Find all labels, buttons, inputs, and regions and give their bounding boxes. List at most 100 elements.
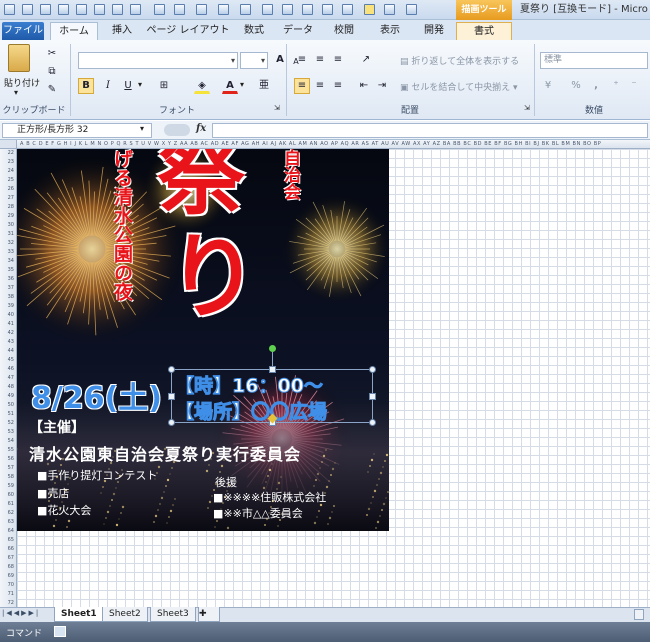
resize-handle[interactable] [168, 366, 175, 373]
increase-indent-icon[interactable]: ⇥ [374, 78, 390, 94]
sheet-tab-3[interactable]: Sheet3 [150, 607, 196, 622]
row-number[interactable]: 61 [0, 500, 16, 509]
italic-button[interactable]: I [100, 78, 116, 94]
tab-view[interactable]: 表示 [370, 22, 410, 40]
paste-dropdown-icon[interactable]: ▾ [14, 88, 18, 97]
row-number[interactable]: 50 [0, 401, 16, 410]
row-number[interactable]: 38 [0, 293, 16, 302]
row-number[interactable]: 53 [0, 428, 16, 437]
sheet-tab-1[interactable]: Sheet1 [54, 607, 104, 622]
row-number[interactable]: 67 [0, 554, 16, 563]
font-dialog-launcher-icon[interactable]: ⇲ [274, 104, 280, 112]
copy-ribbon-icon[interactable]: ⧉ [44, 64, 60, 80]
row-number[interactable]: 22 [0, 149, 16, 158]
row-number[interactable]: 26 [0, 185, 16, 194]
tab-formulas[interactable]: 数式 [236, 22, 272, 40]
column-header[interactable]: A B C D E F G H I J K L M N O P Q R S T … [0, 140, 650, 149]
align-center-icon[interactable]: ≡ [312, 78, 328, 94]
row-number[interactable]: 28 [0, 203, 16, 212]
row-number[interactable]: 47 [0, 374, 16, 383]
row-number[interactable]: 55 [0, 446, 16, 455]
select-icon[interactable] [342, 4, 353, 15]
row-number[interactable]: 41 [0, 320, 16, 329]
format-painter-ribbon-icon[interactable]: ✎ [44, 82, 60, 98]
row-number[interactable]: 44 [0, 347, 16, 356]
phonetic-icon[interactable]: 亜 [256, 78, 272, 94]
name-box-dropdown-icon[interactable]: ▾ [140, 124, 144, 133]
font-name-combo[interactable]: ▾ [78, 52, 238, 69]
percent-button[interactable]: % [568, 78, 584, 94]
fill-color-icon[interactable]: ◈ [194, 78, 210, 94]
paste-icon[interactable] [8, 44, 30, 72]
row-number[interactable]: 54 [0, 437, 16, 446]
row-number[interactable]: 42 [0, 329, 16, 338]
orientation-icon[interactable]: ↗ [358, 52, 374, 68]
tab-file[interactable]: ファイル [2, 22, 44, 40]
row-number[interactable]: 72 [0, 599, 16, 607]
row-number[interactable]: 23 [0, 158, 16, 167]
row-number[interactable]: 27 [0, 194, 16, 203]
row-number[interactable]: 36 [0, 275, 16, 284]
number-format-combo[interactable]: 標準 [540, 52, 648, 69]
excel-app-icon[interactable] [4, 4, 15, 15]
tab-review[interactable]: 校閲 [324, 22, 364, 40]
insert-function-button[interactable]: fx [196, 123, 206, 134]
select-all-corner[interactable] [0, 140, 17, 149]
resize-handle[interactable] [269, 366, 276, 373]
font-color-qat-icon[interactable] [240, 4, 251, 15]
row-number[interactable]: 46 [0, 365, 16, 374]
row-number[interactable]: 25 [0, 176, 16, 185]
row-number[interactable]: 37 [0, 284, 16, 293]
border-icon[interactable] [174, 4, 185, 15]
tab-format[interactable]: 書式 [456, 22, 512, 40]
rotate-handle[interactable] [269, 345, 276, 352]
redo-icon[interactable] [154, 4, 165, 15]
grid-view-icon[interactable] [364, 4, 375, 15]
tab-data[interactable]: データ [278, 22, 318, 40]
align-bottom-icon[interactable]: ≡ [330, 52, 346, 68]
spelling-icon[interactable] [76, 4, 87, 15]
formula-input[interactable] [212, 123, 648, 138]
align-top-icon[interactable]: ≡ [294, 52, 310, 68]
h-scrollbar-split-icon[interactable] [634, 609, 644, 620]
quick-print-icon[interactable] [40, 4, 51, 15]
name-box[interactable]: 正方形/長方形 32 [2, 123, 152, 138]
row-number[interactable]: 45 [0, 356, 16, 365]
row-number[interactable]: 60 [0, 491, 16, 500]
paste-label[interactable]: 貼り付け [4, 76, 40, 89]
zoom-icon[interactable] [322, 4, 333, 15]
fill-icon[interactable] [218, 4, 229, 15]
row-number[interactable]: 71 [0, 590, 16, 599]
underline-button[interactable]: U [120, 78, 136, 94]
align-left-icon[interactable]: ≡ [294, 78, 310, 94]
bold-button[interactable]: B [78, 78, 94, 94]
tab-insert[interactable]: 挿入 [104, 22, 140, 40]
alignment-dialog-launcher-icon[interactable]: ⇲ [524, 104, 530, 112]
save-icon[interactable] [22, 4, 33, 15]
arrow-icon[interactable] [384, 4, 395, 15]
row-number[interactable]: 63 [0, 518, 16, 527]
row-number[interactable]: 39 [0, 302, 16, 311]
currency-icon[interactable]: ¥ [540, 78, 556, 94]
underline-dropdown-icon[interactable]: ▾ [138, 80, 142, 89]
sheet-nav-arrows-icon[interactable]: |◀◀▶▶| [2, 609, 40, 617]
row-number[interactable]: 40 [0, 311, 16, 320]
underline-qat-icon[interactable] [196, 4, 207, 15]
row-number[interactable]: 62 [0, 509, 16, 518]
resize-handle[interactable] [168, 419, 175, 426]
decrease-decimal-icon[interactable]: ⁻ [626, 78, 642, 94]
row-number[interactable]: 66 [0, 545, 16, 554]
customize-qat-icon[interactable] [406, 4, 417, 15]
row-number[interactable]: 32 [0, 239, 16, 248]
row-number[interactable]: 24 [0, 167, 16, 176]
row-number[interactable]: 51 [0, 410, 16, 419]
row-number[interactable]: 33 [0, 248, 16, 257]
sheet-tab-2[interactable]: Sheet2 [102, 607, 148, 622]
row-number[interactable]: 35 [0, 266, 16, 275]
tab-developer[interactable]: 開発 [414, 22, 454, 40]
decrease-indent-icon[interactable]: ⇤ [356, 78, 372, 94]
row-number[interactable]: 68 [0, 563, 16, 572]
resize-handle[interactable] [168, 393, 175, 400]
format-painter-icon[interactable] [94, 4, 105, 15]
undo-icon[interactable] [130, 4, 141, 15]
